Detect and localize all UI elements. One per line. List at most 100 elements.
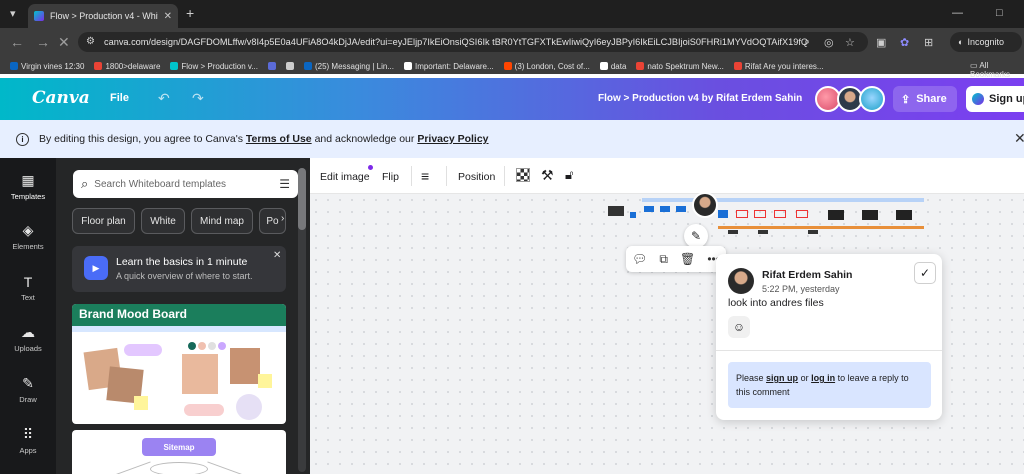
lock-icon[interactable]: 🔓︎ <box>565 167 573 183</box>
site-info-icon[interactable]: ⚙ <box>86 36 95 47</box>
transparency-icon[interactable] <box>516 168 530 182</box>
signup-link[interactable]: sign up <box>766 373 798 383</box>
new-tab-icon[interactable]: + <box>186 5 194 21</box>
apps-icon: ⠿ <box>22 426 34 442</box>
rail-item-text[interactable]: T Text <box>0 274 56 302</box>
selected-flow-image[interactable] <box>608 192 924 236</box>
maximize-icon[interactable]: □ <box>996 7 1003 19</box>
bookmark-item[interactable]: 1800>delaware <box>94 62 160 71</box>
eye-off-icon[interactable]: ◎ <box>824 36 834 49</box>
close-learn-icon[interactable]: ✕ <box>273 250 281 261</box>
bookmarks-bar: Virgin vines 12:30 1800>delaware Flow > Pr… <box>0 58 1024 74</box>
bookmark-item[interactable]: (25) Messaging | Lin... <box>303 61 394 71</box>
share-button[interactable]: ⇪ Share <box>893 86 957 112</box>
bookmark-star-icon[interactable]: ☆ <box>845 36 855 49</box>
comment-text: look into andres files <box>728 297 824 309</box>
bookmark-item[interactable]: Virgin vines 12:30 <box>10 62 84 71</box>
template-title: Brand Mood Board <box>72 304 286 326</box>
info-icon: i <box>16 132 29 146</box>
flip-button[interactable]: Flip <box>382 171 399 183</box>
template-search-input[interactable]: ⌕ Search Whiteboard templates ☰ <box>73 170 298 198</box>
rail-item-templates[interactable]: ▦ Templates <box>0 172 56 201</box>
search-placeholder: Search Whiteboard templates <box>94 178 227 190</box>
bookmark-item[interactable]: (3) London, Cost of... <box>503 62 590 71</box>
close-info-icon[interactable]: ✕ <box>1014 130 1024 147</box>
bookmark-item[interactable] <box>285 62 294 70</box>
signup-button[interactable]: Sign up <box>966 86 1024 112</box>
stop-icon[interactable]: ✕ <box>58 34 70 51</box>
uploads-icon: ☁ <box>21 324 35 340</box>
mood-sticker <box>124 344 162 356</box>
chip-mind-map[interactable]: Mind map <box>191 208 253 234</box>
draw-icon: ✎ <box>22 375 34 391</box>
rail-item-uploads[interactable]: ☁ Uploads <box>0 324 56 353</box>
extension-icon[interactable]: ▣ <box>876 36 886 49</box>
reply-signin-prompt: Please sign up or log in to leave a repl… <box>728 362 931 408</box>
elements-icon: ◈ <box>22 222 34 238</box>
collaborator-avatar[interactable] <box>859 86 885 112</box>
bookmark-item[interactable]: Important: Delaware... <box>403 61 494 71</box>
comment-timestamp: 5:22 PM, yesterday <box>762 284 840 294</box>
bookmark-label: Important: Delaware... <box>414 61 494 71</box>
share-label: Share <box>916 93 947 105</box>
gmail-icon <box>636 62 645 70</box>
filter-icon[interactable]: ☰ <box>279 177 290 191</box>
chip-floor-plan[interactable]: Floor plan <box>72 208 135 234</box>
close-tab-icon[interactable]: ✕ <box>164 11 172 22</box>
delete-icon[interactable]: 🗑︎ <box>680 252 695 266</box>
template-card-brand-mood-board[interactable]: Brand Mood Board <box>72 304 286 424</box>
mood-photo <box>230 348 260 384</box>
bookmark-item[interactable]: Flow > Production v... <box>170 62 258 71</box>
back-icon[interactable]: ← <box>10 34 24 50</box>
play-icon: ▶ <box>84 256 108 280</box>
comment-icon[interactable]: 💬︎ <box>632 252 647 266</box>
file-menu[interactable]: File <box>110 92 129 104</box>
add-comment-icon[interactable]: ✎ <box>684 224 708 248</box>
rail-item-apps[interactable]: ⠿ Apps <box>0 426 56 455</box>
duplicate-icon[interactable]: ⧉ <box>659 252 668 267</box>
canva-logo[interactable]: Canva <box>32 88 90 108</box>
mood-note <box>134 396 148 410</box>
bookmark-item[interactable]: Rifat Are you interes... <box>733 61 824 71</box>
extensions-puzzle-icon[interactable]: ⊞ <box>924 36 933 49</box>
address-bar[interactable]: canva.com/design/DAGFDOMLffw/v8I4p5E0a4U… <box>78 32 868 52</box>
share-icon: ⇪ <box>901 93 911 106</box>
edit-image-button[interactable]: Edit image <box>320 171 370 183</box>
template-card-sitemap[interactable]: Sitemap <box>72 430 286 474</box>
privacy-link[interactable]: Privacy Policy <box>417 133 488 145</box>
chip-white[interactable]: White <box>141 208 185 234</box>
bookmark-label: Rifat Are you interes... <box>744 61 824 71</box>
chips-next-icon[interactable]: › <box>281 213 284 224</box>
design-title[interactable]: Flow > Production v4 by Rifat Erdem Sahi… <box>598 93 802 104</box>
incognito-badge[interactable]: ◐ Incognito <box>950 32 1022 52</box>
zoom-icon[interactable]: ⌕ <box>804 36 810 49</box>
bookmark-item[interactable]: data <box>599 62 626 71</box>
mood-photo <box>182 354 218 394</box>
templates-icon: ▦ <box>21 172 35 188</box>
all-bookmarks[interactable]: ▭ All Bookmarks <box>970 61 1024 79</box>
login-link[interactable]: log in <box>811 373 835 383</box>
redo-icon[interactable]: ↷ <box>192 90 204 107</box>
panel-scrollbar-thumb[interactable] <box>298 168 306 230</box>
add-reaction-icon[interactable]: ☺ <box>728 316 750 338</box>
border-style-icon[interactable]: ≡ <box>421 168 429 184</box>
resolve-check-icon[interactable]: ✓ <box>914 262 936 284</box>
extension-icon-2[interactable]: ✿ <box>900 36 909 49</box>
gmail-icon <box>94 62 103 70</box>
learn-subtitle: A quick overview of where to start. <box>116 271 253 281</box>
position-button[interactable]: Position <box>458 171 495 183</box>
tab-list-icon[interactable]: ▾ <box>10 7 16 20</box>
browser-tab[interactable]: Flow > Production v4 - Whiteb ✕ <box>28 4 178 28</box>
minimize-icon[interactable]: — <box>952 7 963 19</box>
forward-icon[interactable]: → <box>36 34 50 50</box>
bookmark-item[interactable] <box>267 62 276 70</box>
rail-item-draw[interactable]: ✎ Draw <box>0 375 56 404</box>
paint-roller-icon[interactable]: ⚒ <box>541 167 554 184</box>
bookmark-item[interactable]: nato Spektrum New... <box>636 62 724 71</box>
comment-author-avatar[interactable] <box>692 192 718 218</box>
bookmark-label: (25) Messaging | Lin... <box>314 61 394 71</box>
info-text: By editing this design, you agree to Can… <box>39 133 489 145</box>
terms-link[interactable]: Terms of Use <box>246 133 312 145</box>
rail-item-elements[interactable]: ◈ Elements <box>0 222 56 251</box>
undo-icon[interactable]: ↶ <box>158 90 170 107</box>
